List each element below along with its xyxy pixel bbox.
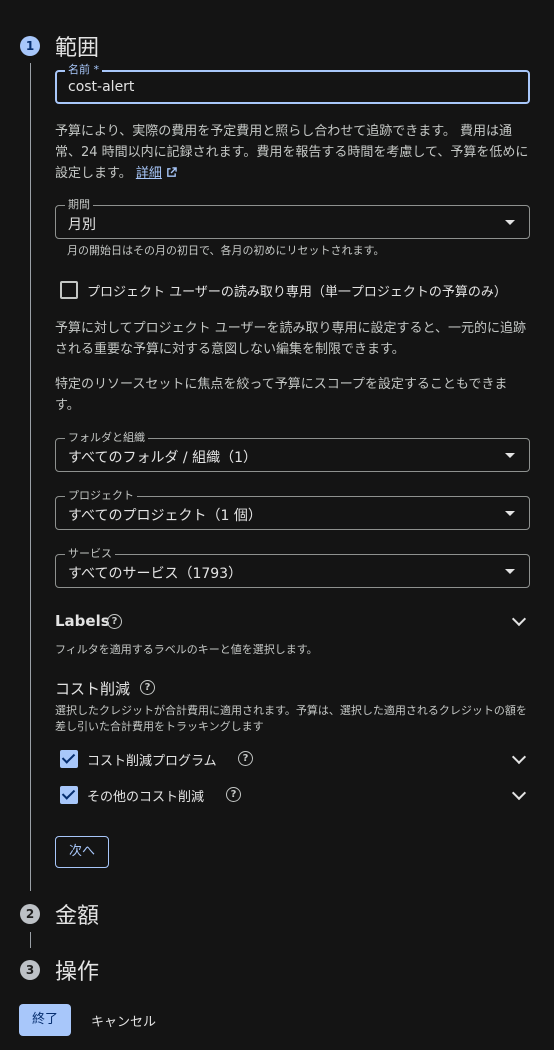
- period-hint: 月の開始日はその月の初日で、各月の初めにリセットされます。: [67, 244, 385, 257]
- labels-title[interactable]: Labels: [55, 612, 110, 630]
- projects-value: すべてのプロジェクト（1 個）: [68, 508, 262, 524]
- readonly-checkbox[interactable]: [60, 281, 78, 299]
- credit-item-label[interactable]: その他のコスト削減: [87, 786, 204, 805]
- step-2-title[interactable]: 金額: [55, 898, 99, 930]
- credit-checkbox-other-savings[interactable]: [60, 786, 78, 804]
- credits-hint: 選択したクレジットが合計費用に適用されます。予算は、選択した適用されるクレジット…: [55, 704, 527, 733]
- help-icon[interactable]: ?: [107, 614, 122, 629]
- labels-hint: フィルタを適用するラベルのキーと値を選択します。: [55, 643, 318, 656]
- folders-label: フォルダと組織: [65, 431, 148, 445]
- folders-select[interactable]: フォルダと組織 すべてのフォルダ / 組織（1）: [55, 431, 530, 472]
- projects-label: プロジェクト: [65, 489, 137, 503]
- expand-chevron-icon[interactable]: [511, 749, 527, 765]
- credit-checkbox-cost-saving-programs[interactable]: [60, 750, 78, 768]
- finish-button[interactable]: 終了: [19, 1004, 71, 1036]
- dropdown-arrow-icon: [505, 220, 515, 225]
- scope-paragraph: 特定のリソースセットに焦点を絞って予算にスコープを設定することもできます。: [55, 377, 508, 413]
- step-2-circle: 2: [20, 904, 40, 924]
- stepper-line: [30, 63, 31, 891]
- external-link-icon[interactable]: [166, 167, 177, 178]
- stepper-line: [30, 932, 31, 948]
- step-3-circle: 3: [20, 960, 40, 980]
- dropdown-arrow-icon: [505, 511, 515, 516]
- readonly-paragraph: 予算に対してプロジェクト ユーザーを読み取り専用に設定すると、一元的に追跡される…: [55, 321, 526, 357]
- help-icon[interactable]: ?: [226, 787, 241, 802]
- credit-item-label[interactable]: コスト削減プログラム: [87, 750, 217, 769]
- dropdown-arrow-icon: [505, 569, 515, 574]
- labels-expand-chevron-icon[interactable]: [511, 611, 527, 627]
- next-button[interactable]: 次へ: [55, 836, 109, 868]
- intro-text: 予算により、実際の費用を予定費用と照らし合わせて追跡できます。 費用は通常、24…: [55, 124, 529, 181]
- dropdown-arrow-icon: [505, 453, 515, 458]
- details-link[interactable]: 詳細: [136, 166, 162, 181]
- credits-title: コスト削減: [55, 680, 131, 698]
- name-field-value[interactable]: cost-alert: [68, 79, 134, 95]
- expand-chevron-icon[interactable]: [511, 785, 527, 801]
- step-1-circle: 1: [20, 36, 40, 56]
- services-value: すべてのサービス（1793）: [68, 566, 243, 582]
- period-label: 期間: [65, 198, 93, 212]
- projects-select[interactable]: プロジェクト すべてのプロジェクト（1 個）: [55, 489, 530, 530]
- step-1-title[interactable]: 範囲: [55, 30, 99, 62]
- help-icon[interactable]: ?: [238, 751, 253, 766]
- help-icon[interactable]: ?: [140, 680, 155, 695]
- folders-value: すべてのフォルダ / 組織（1）: [68, 450, 257, 466]
- intro-paragraph: 予算により、実際の費用を予定費用と照らし合わせて追跡できます。 費用は通常、24…: [55, 121, 530, 184]
- name-field-label: 名前 *: [65, 63, 102, 77]
- services-label: サービス: [65, 547, 115, 561]
- name-field[interactable]: 名前 * cost-alert: [55, 63, 530, 104]
- period-value: 月別: [68, 217, 96, 233]
- period-select[interactable]: 期間 月別: [55, 198, 530, 239]
- readonly-checkbox-label[interactable]: プロジェクト ユーザーの読み取り専用（単一プロジェクトの予算のみ）: [87, 281, 507, 300]
- cancel-button[interactable]: キャンセル: [91, 1011, 156, 1030]
- step-3-title[interactable]: 操作: [55, 954, 99, 986]
- services-select[interactable]: サービス すべてのサービス（1793）: [55, 547, 530, 588]
